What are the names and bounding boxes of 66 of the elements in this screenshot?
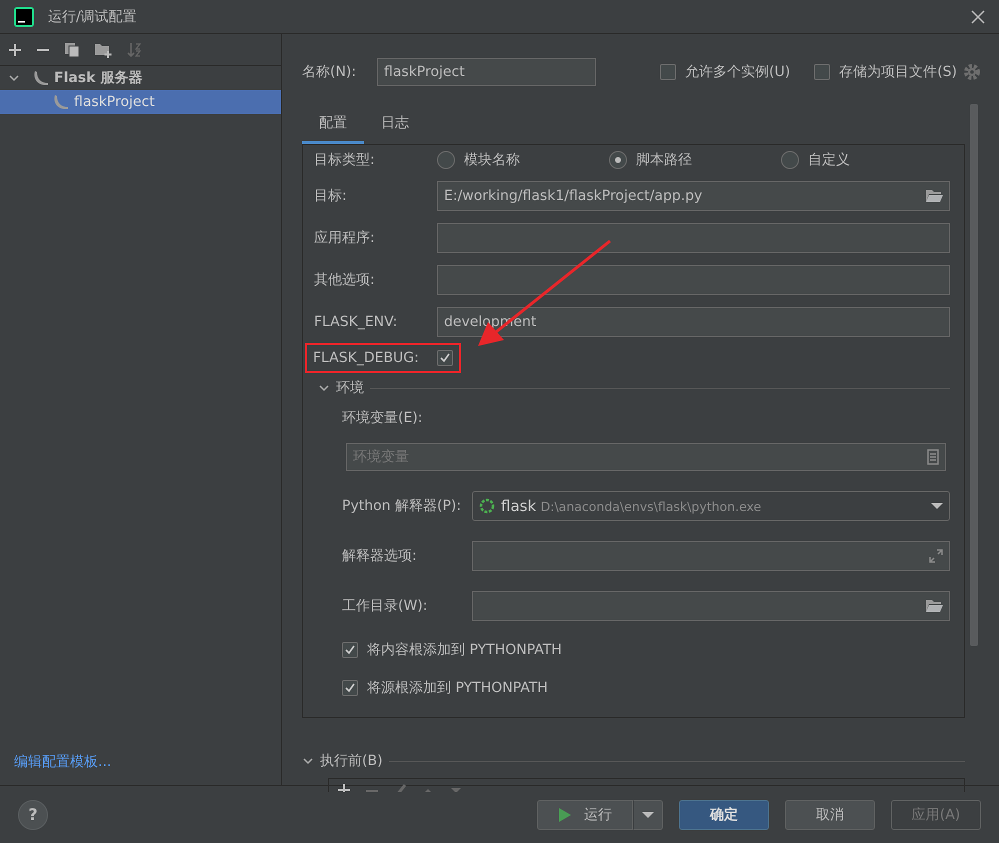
expand-icon[interactable]: [929, 549, 943, 563]
name-field[interactable]: flaskProject: [377, 58, 596, 86]
close-icon[interactable]: [971, 10, 985, 24]
checkbox-label[interactable]: 将源根添加到 PYTHONPATH: [367, 679, 548, 697]
caret-icon: [642, 810, 654, 818]
option-label[interactable]: 存储为项目文件(S): [839, 63, 957, 81]
folder-icon[interactable]: [925, 599, 943, 613]
window-title: 运行/调试配置: [48, 8, 138, 26]
tab[interactable]: 日志: [364, 106, 426, 144]
tree-item[interactable]: Flask 服务器: [0, 66, 281, 90]
add-icon[interactable]: [337, 781, 351, 792]
radio-label[interactable]: 脚本路径: [636, 151, 692, 169]
interpreter-icon: [479, 498, 495, 514]
checkbox[interactable]: [342, 680, 358, 696]
field-label: Python 解释器(P):: [342, 497, 462, 515]
field-label: 应用程序:: [314, 229, 376, 247]
dialog-button[interactable]: 确定: [679, 800, 769, 830]
tree-item[interactable]: flaskProject: [0, 90, 281, 114]
add-icon[interactable]: [8, 42, 22, 56]
radio-label[interactable]: 模块名称: [464, 151, 520, 169]
interpreter-dropdown[interactable]: flask D:\anaconda\envs\flask\python.exe: [472, 491, 950, 521]
tab[interactable]: 配置: [302, 106, 364, 144]
copy-icon[interactable]: [64, 42, 80, 58]
field-label: 目标:: [314, 187, 348, 205]
field-label: FLASK_ENV:: [314, 314, 398, 330]
help-button[interactable]: ?: [18, 800, 48, 830]
radio-button[interactable]: [781, 151, 799, 169]
input-field[interactable]: [472, 541, 950, 571]
input-field[interactable]: [437, 265, 950, 295]
flask-icon: [52, 93, 70, 111]
name-label: 名称(N):: [302, 63, 358, 81]
field-label: 工作目录(W):: [342, 597, 428, 615]
dropdown-button[interactable]: [633, 800, 663, 830]
dropdown-arrow-icon[interactable]: [931, 502, 943, 510]
checkmark-icon: [344, 682, 356, 694]
field-label: 其他选项:: [314, 271, 376, 289]
section-title: 执行前(B): [320, 752, 383, 770]
folder-icon[interactable]: [925, 189, 943, 203]
flask-icon: [32, 69, 50, 87]
checkbox[interactable]: [342, 642, 358, 658]
checkbox[interactable]: [660, 64, 676, 80]
radio-label[interactable]: 自定义: [808, 151, 850, 169]
checkmark-icon: [438, 352, 451, 364]
radio-button[interactable]: [437, 151, 455, 169]
input-field[interactable]: E:/working/flask1/flaskProject/app.py: [437, 181, 950, 211]
app-logo-icon: [14, 6, 34, 26]
field-label: FLASK_DEBUG:: [313, 350, 419, 366]
section-title: 环境: [336, 379, 364, 397]
checkmark-icon: [344, 644, 356, 656]
checkbox[interactable]: [814, 64, 830, 80]
input-field[interactable]: [472, 591, 950, 621]
document-icon[interactable]: [927, 449, 939, 465]
field-label: 目标类型:: [314, 151, 376, 169]
input-field[interactable]: [437, 223, 950, 253]
scrollbar[interactable]: [970, 104, 978, 646]
field-label: 解释器选项:: [342, 547, 418, 565]
field-label: 环境变量(E):: [342, 409, 424, 427]
option-label[interactable]: 允许多个实例(U): [685, 63, 790, 81]
run-button[interactable]: 运行: [537, 800, 633, 830]
play-icon: [558, 806, 572, 822]
dialog-button[interactable]: 取消: [785, 800, 875, 830]
new-folder-icon[interactable]: [94, 42, 112, 58]
radio-button[interactable]: [609, 151, 627, 169]
checkbox-label[interactable]: 将内容根添加到 PYTHONPATH: [367, 641, 562, 659]
edit-templates-link[interactable]: 编辑配置模板...: [14, 754, 112, 770]
checkbox[interactable]: [436, 350, 453, 366]
